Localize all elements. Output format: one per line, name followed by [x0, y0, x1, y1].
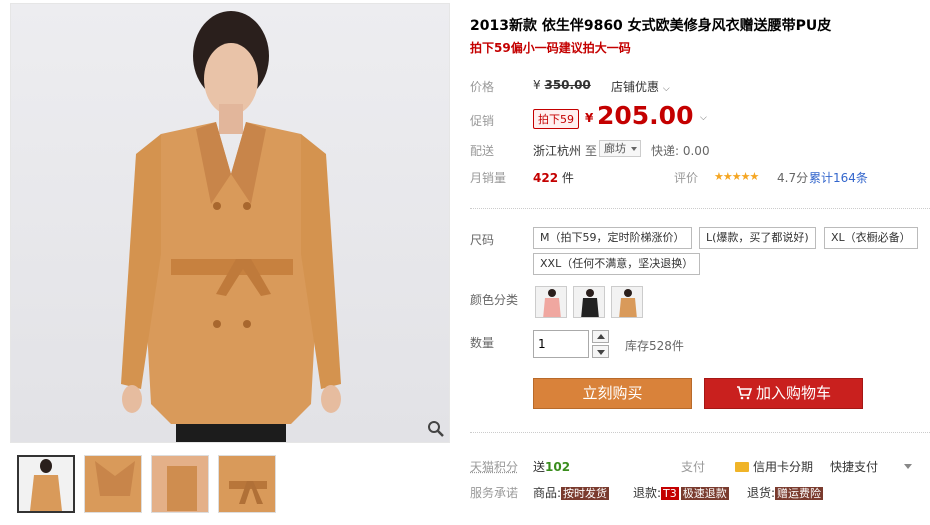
refund-prefix: 退款: — [633, 486, 662, 500]
shop-discount-dropdown[interactable]: 店铺优惠 ⌵ — [611, 78, 670, 95]
shop-discount-label: 店铺优惠 — [611, 80, 660, 94]
t3-badge: T3 — [661, 487, 679, 500]
product-subtitle: 拍下59偏小一码建议拍大一码 — [470, 41, 631, 55]
color-label: 颜色分类 — [470, 293, 519, 307]
main-product-image[interactable] — [10, 3, 450, 443]
rating-score: 4.7分 — [777, 171, 809, 185]
orange-coat-image — [612, 287, 642, 317]
return-promise[interactable]: 退货: 赠运费险 — [747, 484, 824, 501]
size-option-l[interactable]: L(爆款，买了都说好) — [699, 227, 816, 249]
credit-card-icon — [735, 462, 749, 472]
original-price: ¥ 350.00 — [533, 78, 591, 92]
fast-refund-badge: 极速退款 — [680, 487, 729, 500]
size-option-xxl[interactable]: XXL（任何不满意，坚决退换） — [533, 253, 701, 275]
quick-pay-arrow-icon — [903, 464, 912, 469]
thumbnail-model-image — [30, 459, 62, 511]
price-label: 价格 — [470, 80, 495, 94]
thumbnail-3[interactable] — [151, 455, 209, 513]
goods-promise[interactable]: 商品: 按时发货 — [533, 484, 610, 501]
points-value: 102 — [545, 460, 571, 474]
destination-value: 廊坊 — [604, 142, 626, 155]
goods-prefix: 商品: — [533, 486, 562, 500]
return-prefix: 退货: — [747, 486, 776, 500]
original-price-value: 350.00 — [544, 78, 591, 92]
thumbnail-strip — [17, 455, 276, 513]
service-promise-label: 服务承诺 — [470, 486, 519, 500]
promo-tag: 拍下59 — [533, 109, 579, 129]
black-coat-image — [574, 287, 604, 317]
color-swatch-pink[interactable] — [535, 286, 567, 318]
arrow-up-icon — [597, 334, 605, 339]
delivery-origin: 浙江杭州 — [533, 144, 582, 158]
on-time-delivery-badge: 按时发货 — [561, 487, 610, 500]
divider — [470, 208, 930, 209]
thumbnail-4[interactable] — [218, 455, 276, 513]
thumbnail-1[interactable] — [17, 455, 75, 513]
arrow-down-icon — [597, 350, 605, 355]
divider — [470, 432, 930, 433]
points-prefix: 送 — [533, 460, 546, 474]
promo-price: 205.00 — [597, 101, 694, 130]
thumbnail-2[interactable] — [84, 455, 142, 513]
rating-label: 评价 — [674, 171, 699, 185]
chevron-down-icon: ⌵ — [662, 84, 670, 94]
monthly-sales: 422 件 — [533, 169, 574, 186]
cart-icon — [736, 386, 753, 400]
quantity-input[interactable] — [533, 330, 589, 358]
size-option-xl[interactable]: XL（衣橱必备） — [824, 227, 918, 249]
stock-count: 库存528件 — [625, 339, 684, 353]
sales-count: 422 — [533, 171, 559, 185]
add-to-cart-label: 加入购物车 — [755, 384, 831, 402]
promo-label: 促销 — [470, 114, 495, 128]
refund-promise[interactable]: 退款: T3 极速退款 — [633, 484, 729, 501]
shipping-insurance-badge: 赠运费险 — [775, 487, 824, 500]
quick-pay-label: 快捷支付 — [830, 460, 879, 474]
quantity-label: 数量 — [470, 336, 495, 350]
destination-select[interactable]: 廊坊 — [599, 140, 641, 157]
thumbnail-collar-detail — [85, 456, 141, 512]
credit-installment-label: 信用卡分期 — [753, 460, 814, 474]
color-swatch-black[interactable] — [573, 286, 605, 318]
review-count-link[interactable]: 累计164条 — [809, 169, 868, 186]
magnifier-zoom-icon[interactable] — [427, 420, 445, 438]
currency-symbol: ¥ — [533, 78, 541, 92]
thumbnail-sleeve-detail — [152, 456, 208, 512]
quantity-increase-button[interactable] — [592, 330, 609, 343]
express-fee: 快递: 0.00 — [651, 144, 710, 158]
promo-currency: ¥ — [585, 111, 594, 125]
tmall-points: 送102 — [533, 458, 570, 475]
credit-installment[interactable]: 信用卡分期 — [735, 458, 813, 475]
model-in-trench-coat — [121, 11, 341, 442]
tmall-points-label[interactable]: 天猫积分 — [470, 458, 518, 475]
thumbnail-belt-detail — [219, 456, 275, 512]
quantity-decrease-button[interactable] — [592, 345, 609, 358]
sales-unit: 件 — [561, 171, 574, 185]
product-title: 2013新款 依生伴9860 女式欧美修身风衣赠送腰带PU皮 — [470, 18, 832, 34]
delivery-label: 配送 — [470, 144, 495, 158]
quick-pay-dropdown[interactable]: 快捷支付 — [830, 458, 912, 475]
size-option-m[interactable]: M（拍下59，定时阶梯涨价） — [533, 227, 692, 249]
dropdown-arrow-icon — [631, 147, 637, 151]
monthly-sales-label: 月销量 — [470, 171, 507, 185]
delivery-to-word: 至 — [585, 144, 598, 158]
add-to-cart-button[interactable]: 加入购物车 — [704, 378, 863, 409]
size-label: 尺码 — [470, 233, 495, 247]
rating-stars-icon: ★★★★★ — [714, 170, 759, 183]
pink-coat-image — [536, 287, 566, 317]
payment-label: 支付 — [681, 460, 706, 474]
promo-chevron-down-icon[interactable]: ⌵ — [700, 113, 707, 123]
color-swatch-orange[interactable] — [611, 286, 643, 318]
buy-now-button[interactable]: 立刻购买 — [533, 378, 692, 409]
